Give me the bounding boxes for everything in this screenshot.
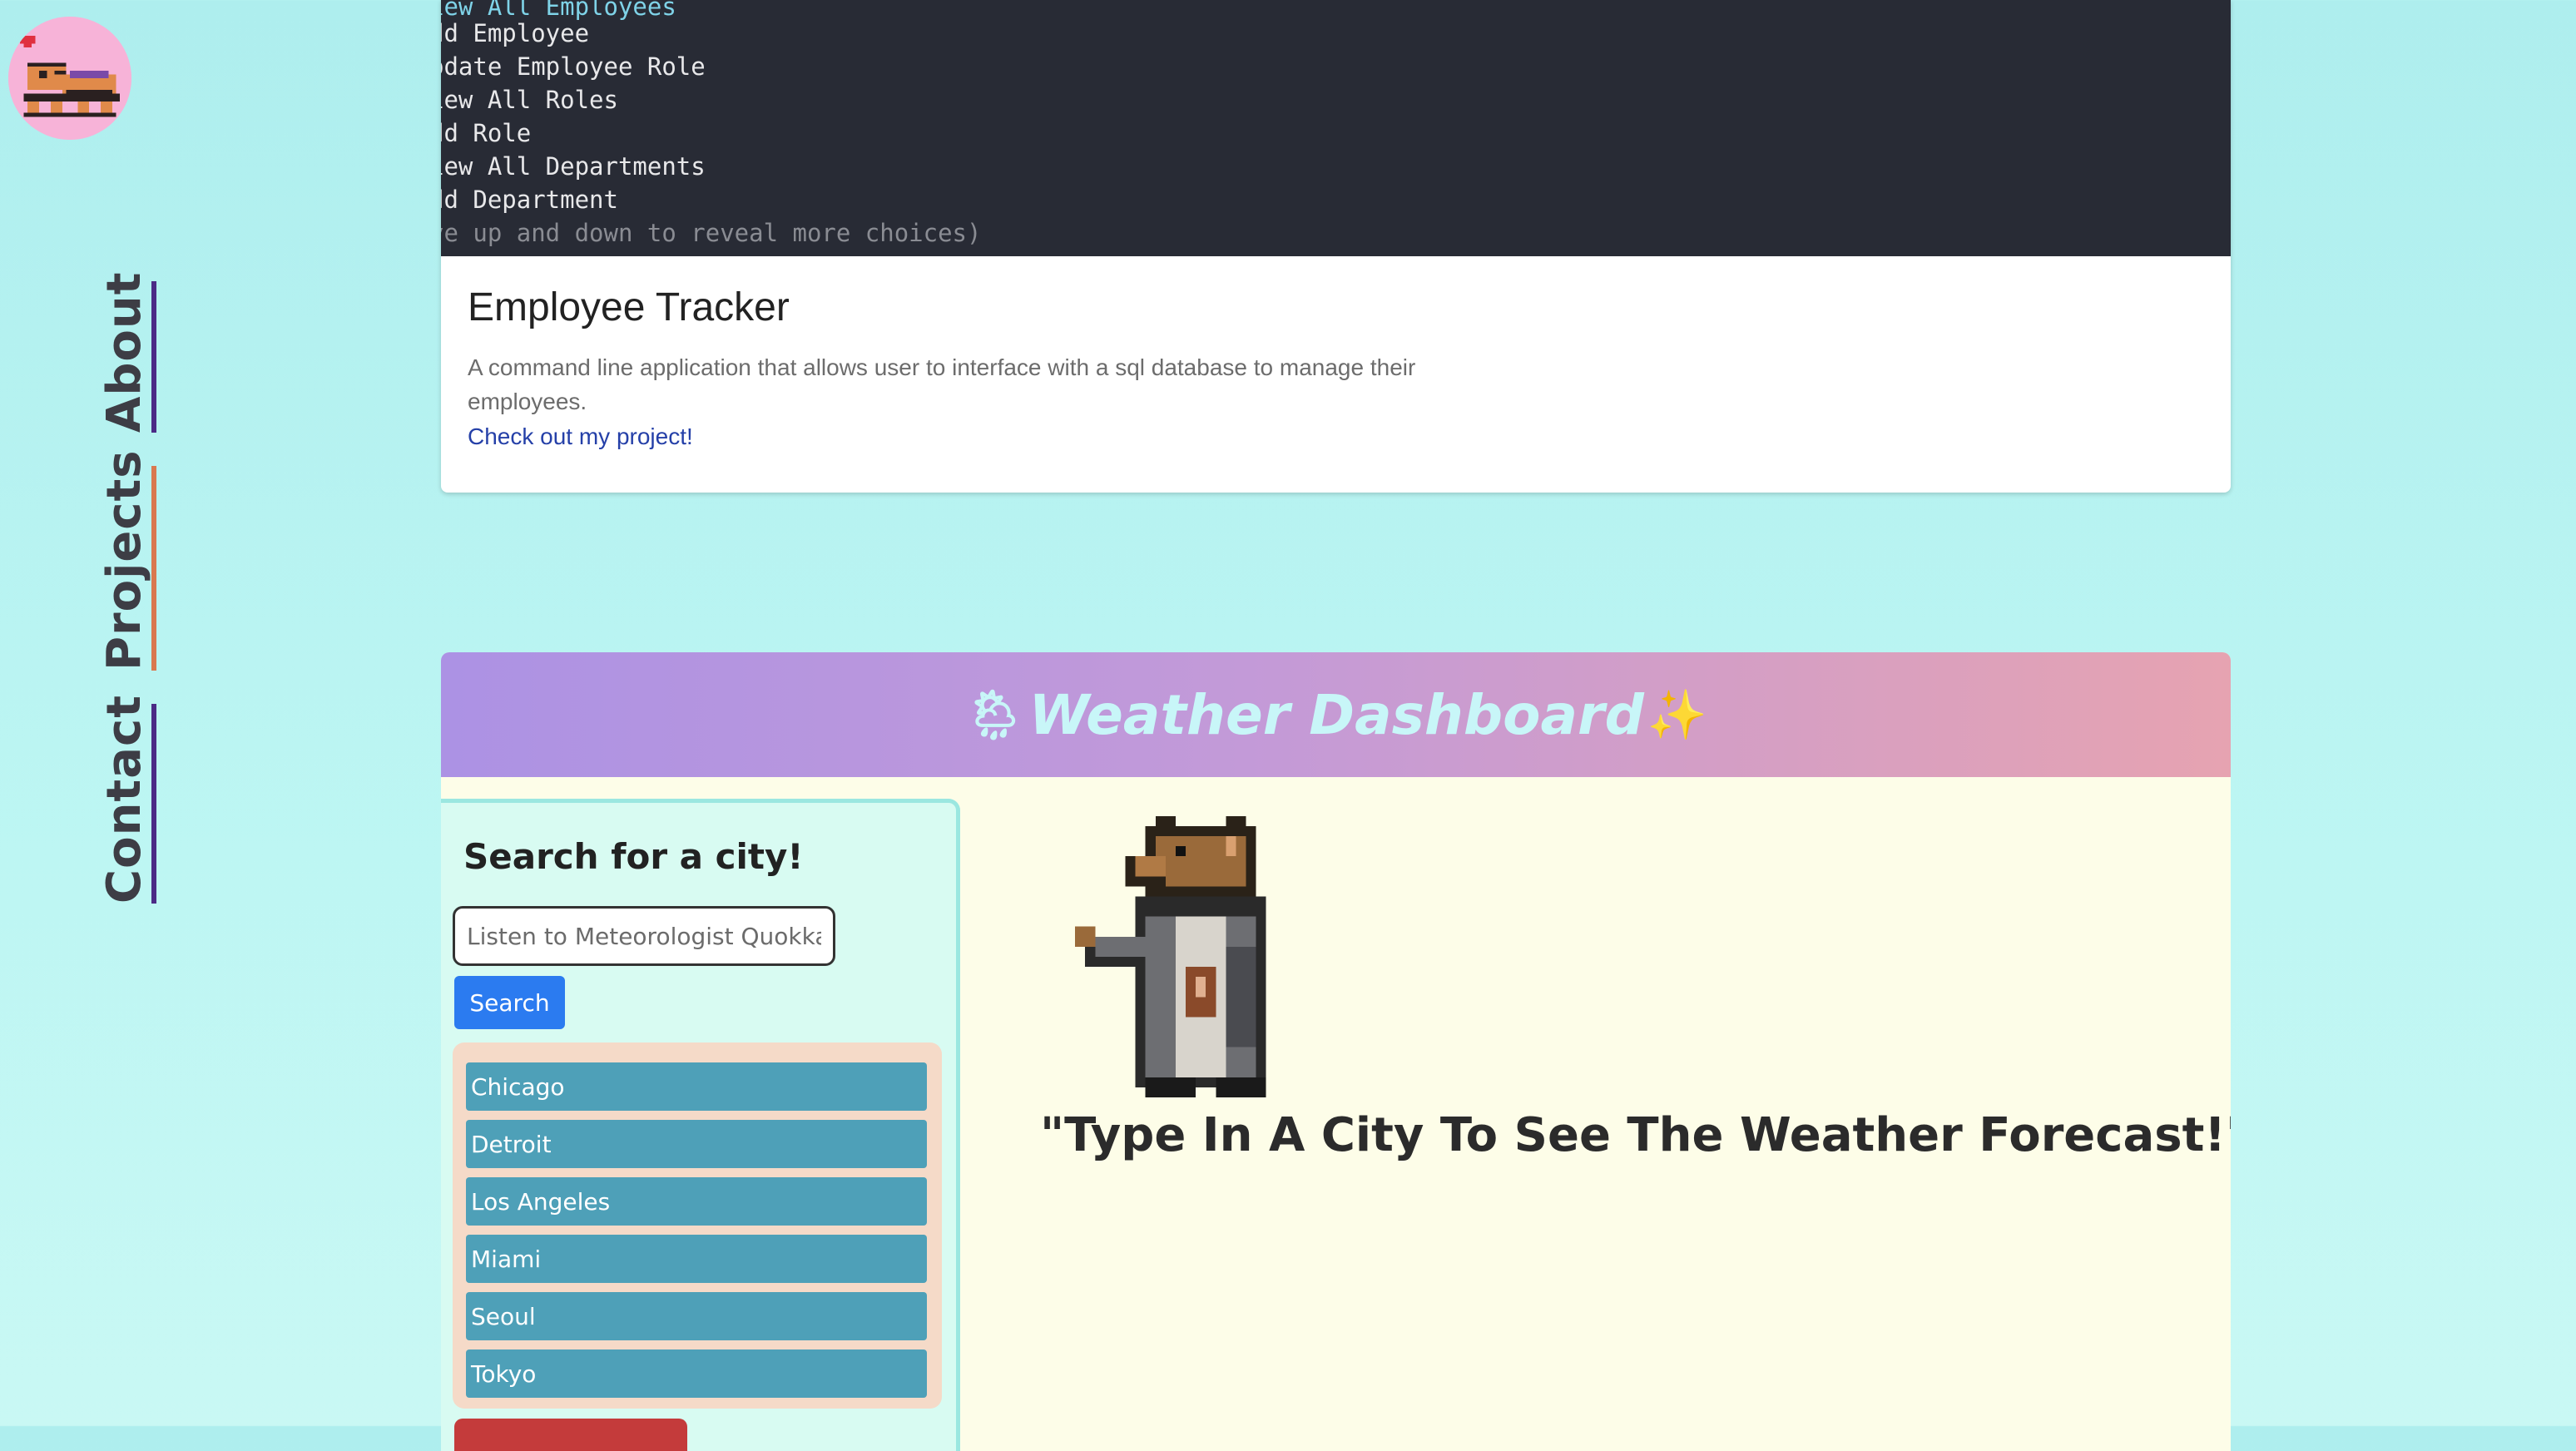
terminal-line: dd Role	[441, 119, 532, 147]
history-city-button[interactable]: Miami	[466, 1235, 927, 1283]
city-search-input[interactable]	[453, 906, 835, 966]
search-heading: Search for a city!	[463, 836, 804, 877]
history-city-button[interactable]: Seoul	[466, 1292, 927, 1340]
search-button[interactable]: Search	[454, 976, 565, 1029]
history-city-button[interactable]: Chicago	[466, 1062, 927, 1111]
terminal-line: pdate Employee Role	[441, 52, 706, 81]
weather-title: 🌦 Weather Dashboard ✨	[964, 683, 1707, 747]
history-city-button[interactable]: Detroit	[466, 1120, 927, 1168]
project-card-employee-tracker: iew All Employees dd Employee pdate Empl…	[441, 0, 2231, 493]
project-card-body: Employee Tracker A command line applicat…	[441, 256, 2231, 453]
nav-link-projects[interactable]: Projects	[97, 449, 156, 671]
project-title: Employee Tracker	[468, 285, 790, 329]
terminal-line: dd Employee	[441, 19, 590, 47]
terminal-line: dd Department	[441, 186, 618, 214]
search-history-list: Chicago Detroit Los Angeles Miami Seoul …	[453, 1042, 942, 1409]
nav-link-contact[interactable]: Contact	[97, 695, 156, 904]
project-screenshot-terminal: iew All Employees dd Employee pdate Empl…	[441, 0, 2231, 256]
clear-history-button[interactable]	[454, 1419, 687, 1451]
quokka-meteorologist-image	[1065, 815, 1306, 1098]
history-city-button[interactable]: Los Angeles	[466, 1177, 927, 1226]
avatar[interactable]	[8, 17, 131, 140]
terminal-line: iew All Departments	[441, 152, 706, 181]
pixel-dog-avatar-icon	[8, 17, 131, 140]
forecast-prompt: "Type In A City To See The Weather Forec…	[1040, 1108, 2231, 1162]
terminal-line: iew All Roles	[441, 86, 618, 114]
weather-cloud-icon: 🌦	[964, 686, 1026, 743]
nav-link-about[interactable]: About	[97, 271, 156, 433]
terminal-line: ve up and down to reveal more choices)	[441, 219, 982, 247]
project-description: A command line application that allows u…	[468, 354, 1416, 414]
weather-title-text: Weather Dashboard	[1028, 682, 1644, 747]
history-city-button[interactable]: Tokyo	[466, 1349, 927, 1398]
quokka-mascot-icon	[1075, 815, 1266, 1098]
weather-header: 🌦 Weather Dashboard ✨	[441, 652, 2231, 777]
sparkles-icon: ✨	[1647, 686, 1708, 743]
project-link[interactable]: Check out my project!	[468, 420, 2204, 453]
search-sidebar: Search for a city! Search Chicago Detroi…	[441, 799, 960, 1451]
project-card-weather-dashboard: 🌦 Weather Dashboard ✨ Search for a city!…	[441, 652, 2231, 1451]
